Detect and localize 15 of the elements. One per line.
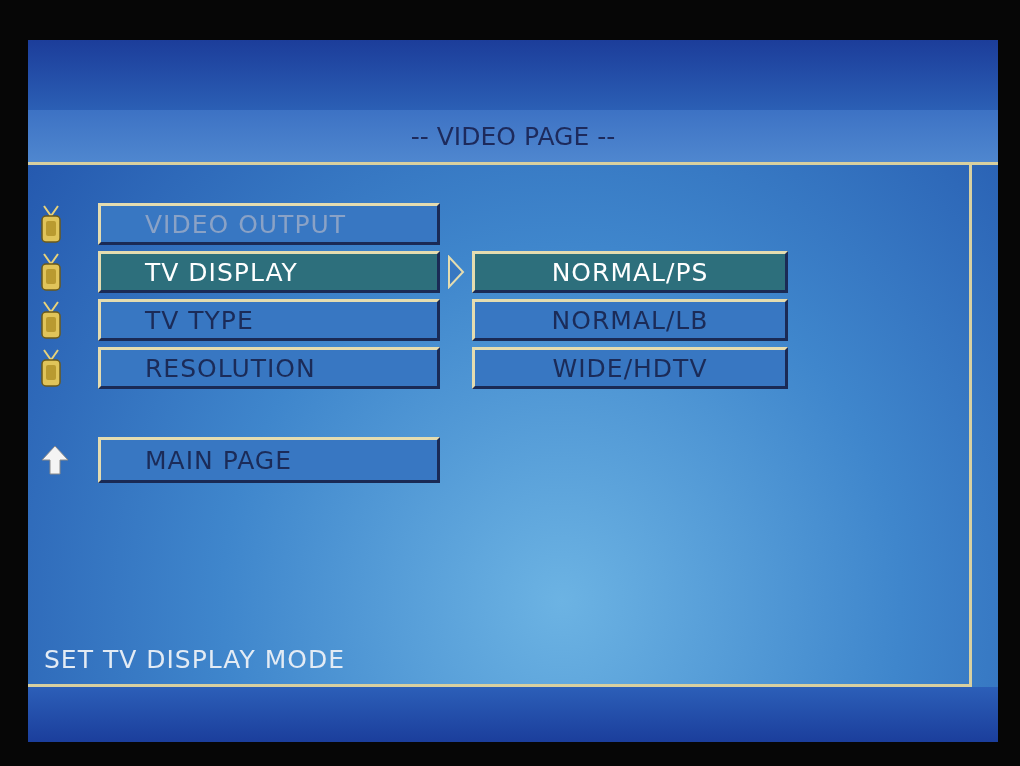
menu-item[interactable]: TV TYPE [98, 299, 440, 341]
option-item[interactable]: NORMAL/PS [472, 251, 788, 293]
menu-item[interactable]: RESOLUTION [98, 347, 440, 389]
up-arrow-icon [40, 444, 70, 476]
page-title: -- VIDEO PAGE -- [410, 121, 616, 151]
menu-item[interactable]: TV DISPLAY [98, 251, 440, 293]
tv-icon [40, 252, 62, 292]
tv-icon [40, 348, 62, 388]
status-text: SET TV DISPLAY MODE [43, 645, 346, 674]
main-page-button[interactable]: MAIN PAGE [98, 437, 440, 483]
tv-icon [40, 204, 62, 244]
tv-icon [40, 300, 62, 340]
submenu-arrow-icon [447, 255, 465, 289]
option-item[interactable]: WIDE/HDTV [472, 347, 788, 389]
option-item[interactable]: NORMAL/LB [472, 299, 788, 341]
